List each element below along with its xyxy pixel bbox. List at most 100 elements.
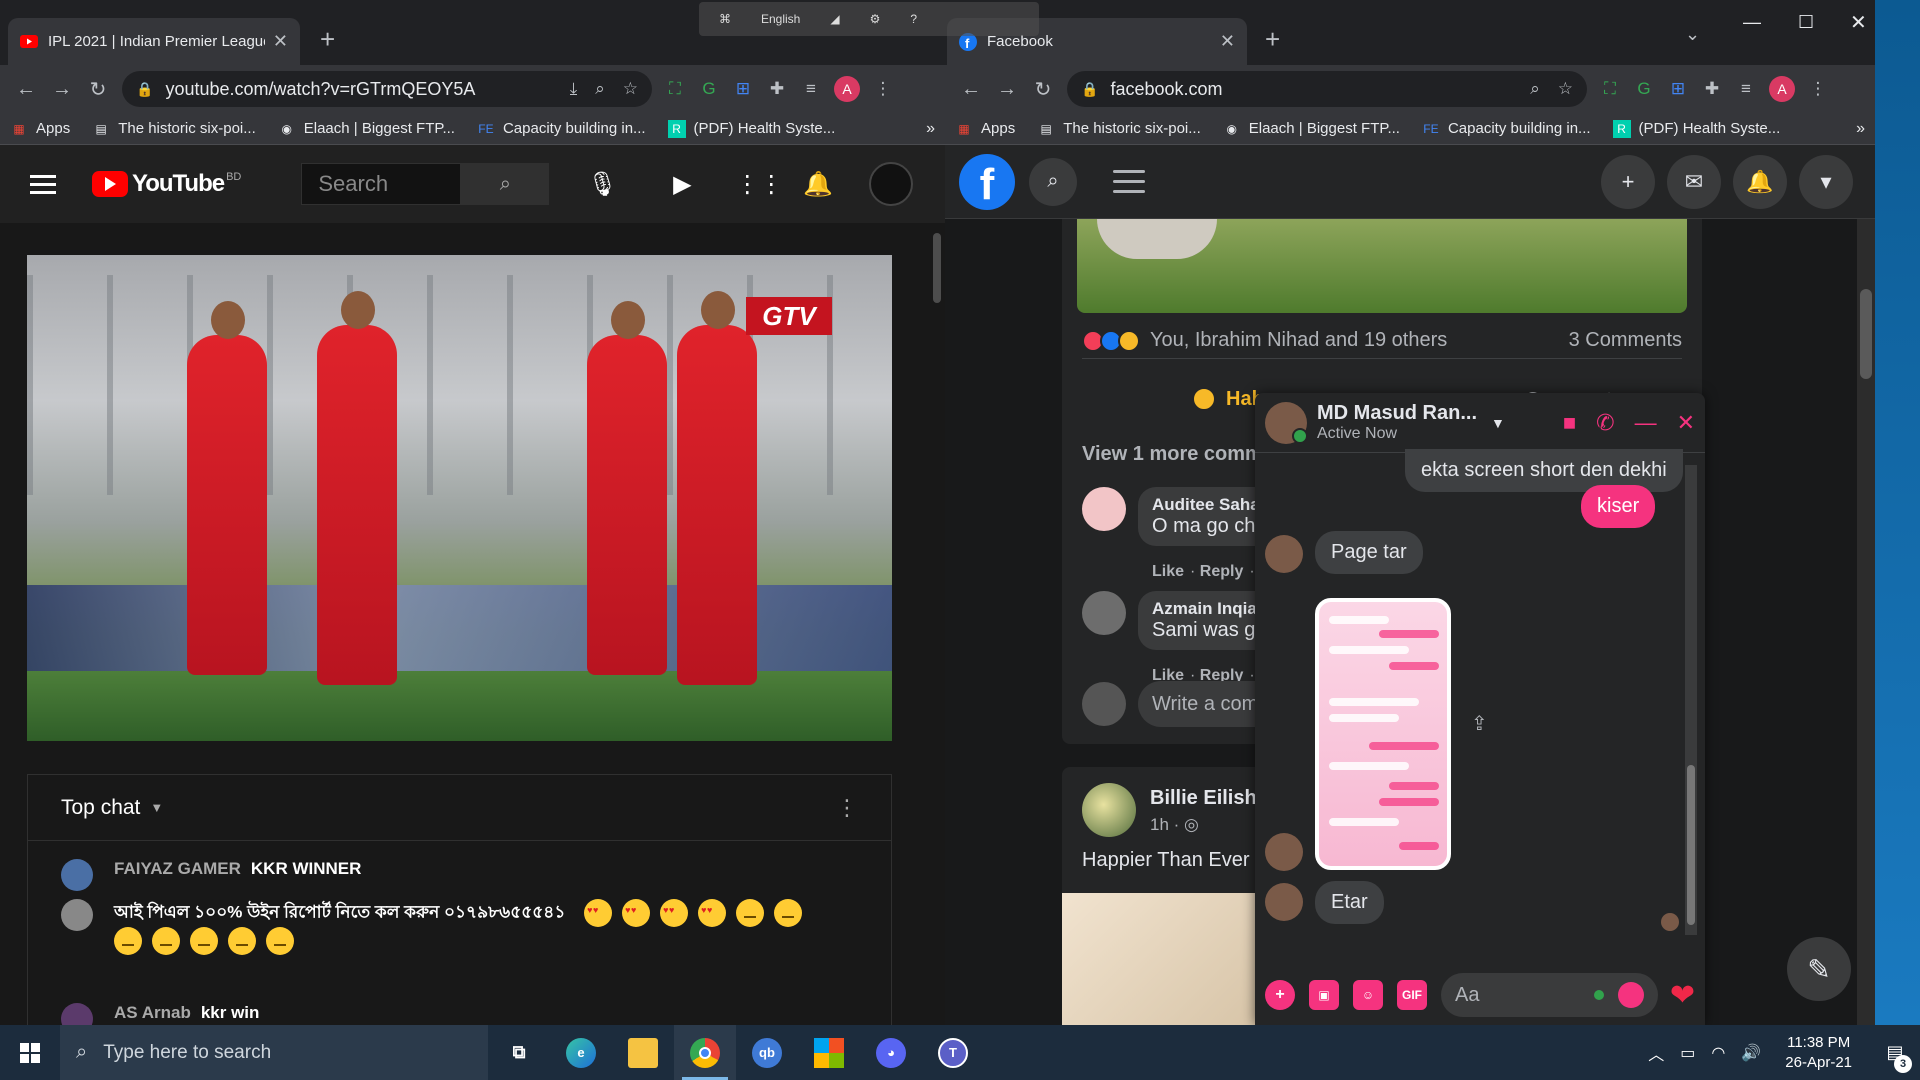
volume-icon[interactable]: 🔊 — [1741, 1043, 1761, 1063]
video-call-icon[interactable]: ■ — [1563, 410, 1576, 436]
reload-icon[interactable]: ↻ — [80, 77, 116, 102]
forward-icon[interactable]: → — [44, 78, 80, 101]
chevron-down-icon[interactable]: ▼ — [1491, 415, 1505, 431]
reload-icon[interactable]: ↻ — [1025, 77, 1061, 102]
new-tab-icon[interactable]: + — [1265, 24, 1280, 55]
new-message-icon[interactable]: ✎ — [1787, 937, 1851, 1001]
bookmark-item[interactable]: ◉ Elaach | Biggest FTP... — [278, 120, 455, 138]
browser-menu-icon[interactable]: ⋮ — [1801, 79, 1835, 99]
start-button[interactable] — [0, 1025, 60, 1080]
address-bar[interactable]: 🔒 youtube.com/watch?v=rGTrmQEOY5A ⤓ ⌕ ☆ — [122, 71, 652, 107]
tab-youtube[interactable]: IPL 2021 | Indian Premier League ✕ — [8, 18, 300, 65]
translate-icon[interactable]: ⊞ — [726, 79, 760, 99]
settings-gear-icon[interactable]: ⚙ — [870, 12, 881, 26]
phone-call-icon[interactable]: ✆ — [1596, 410, 1614, 436]
grammarly-icon[interactable]: G — [1627, 79, 1661, 99]
bookmarks-overflow-icon[interactable]: » — [1856, 120, 1865, 138]
more-options-icon[interactable]: ⋮ — [836, 795, 858, 821]
hamburger-menu-icon[interactable] — [1113, 163, 1145, 200]
taskbar-search[interactable]: ⌕ Type here to search — [60, 1025, 488, 1080]
emoji-icon[interactable] — [1617, 982, 1644, 1008]
show-hidden-icons-icon[interactable]: ︿ — [1648, 1041, 1664, 1065]
top-chat-dropdown[interactable]: Top chat — [61, 796, 140, 820]
create-plus-icon[interactable]: + — [1601, 154, 1655, 209]
avatar[interactable] — [1082, 783, 1136, 837]
post-time[interactable]: 1h — [1150, 815, 1169, 834]
help-icon[interactable]: ? — [910, 12, 917, 26]
bookmark-item[interactable]: ▤ The historic six-poi... — [1037, 120, 1201, 138]
facebook-logo-icon[interactable]: f — [959, 153, 1015, 210]
ime-icon[interactable]: ⌘ — [719, 12, 731, 26]
bookmark-star-icon[interactable]: ☆ — [623, 79, 638, 99]
avatar[interactable] — [61, 899, 93, 931]
avatar[interactable] — [61, 859, 93, 891]
taskbar-teams[interactable]: T — [922, 1025, 984, 1080]
post-image[interactable] — [1077, 219, 1687, 313]
notifications-bell-icon[interactable]: 🔔 — [803, 170, 833, 199]
extension-screenshot-icon[interactable]: ⛶ — [658, 79, 692, 99]
language-label[interactable]: English — [761, 12, 800, 26]
user-avatar[interactable] — [869, 162, 914, 206]
zoom-icon[interactable]: ⌕ — [1530, 79, 1540, 99]
browser-menu-icon[interactable]: ⋮ — [866, 79, 900, 99]
minimize-window-icon[interactable]: — — [1743, 12, 1761, 33]
taskbar-qbittorrent[interactable]: qb — [736, 1025, 798, 1080]
back-icon[interactable]: ← — [953, 78, 989, 101]
contact-name[interactable]: MD Masud Ran... — [1317, 402, 1477, 424]
bookmark-item[interactable]: ▦ Apps — [955, 120, 1015, 138]
new-tab-icon[interactable]: + — [320, 24, 335, 55]
maximize-window-icon[interactable]: ☐ — [1798, 12, 1814, 33]
bookmark-item[interactable]: ▤ The historic six-poi... — [92, 120, 256, 138]
zoom-icon[interactable]: ⌕ — [595, 79, 605, 99]
search-input[interactable] — [301, 163, 462, 205]
reply-link[interactable]: Reply — [1200, 563, 1244, 580]
contact-avatar[interactable] — [1265, 401, 1308, 444]
bookmark-item[interactable]: R (PDF) Health Syste... — [1612, 119, 1780, 138]
media-queue-icon[interactable]: ≡ — [1729, 79, 1763, 99]
extensions-puzzle-icon[interactable]: ✚ — [760, 79, 794, 99]
taskbar-file-explorer[interactable] — [612, 1025, 674, 1080]
translate-icon[interactable]: ⊞ — [1661, 79, 1695, 99]
taskbar-discord[interactable]: ◕ — [860, 1025, 922, 1080]
forward-icon[interactable]: → — [989, 78, 1025, 101]
create-video-icon[interactable]: ▶ — [667, 170, 697, 199]
bookmark-item[interactable]: R (PDF) Health Syste... — [667, 119, 835, 138]
tab-search-icon[interactable]: ⌄ — [1685, 24, 1700, 45]
search-button[interactable]: ⌕ — [461, 163, 550, 205]
post-author[interactable]: Billie Eilish — [1150, 787, 1257, 809]
gif-icon[interactable]: GIF — [1397, 980, 1427, 1010]
search-icon[interactable]: ⌕ — [1029, 157, 1077, 206]
sticker-icon[interactable]: ☺ — [1353, 980, 1383, 1010]
more-actions-plus-icon[interactable]: + — [1265, 980, 1295, 1010]
install-icon[interactable]: ⤓ — [570, 79, 578, 99]
extension-screenshot-icon[interactable]: ⛶ — [1593, 79, 1627, 99]
comment-count[interactable]: 3 Comments — [1569, 329, 1682, 352]
page-scrollbar[interactable] — [933, 233, 941, 303]
minimize-chat-icon[interactable]: — — [1635, 410, 1657, 436]
messenger-icon[interactable]: ✉ — [1667, 154, 1721, 209]
share-icon[interactable]: ⇪ — [1471, 711, 1488, 736]
avatar[interactable] — [1082, 487, 1126, 531]
notification-center-button[interactable]: ▤ 3 — [1870, 1042, 1920, 1073]
extensions-puzzle-icon[interactable]: ✚ — [1695, 79, 1729, 99]
close-chat-icon[interactable]: ✕ — [1677, 410, 1695, 436]
screenshot-image-message[interactable] — [1315, 598, 1451, 870]
clock[interactable]: 11:38 PM 26-Apr-21 — [1785, 1033, 1852, 1073]
reaction-summary[interactable]: You, Ibrahim Nihad and 19 others 3 Comme… — [1082, 323, 1682, 359]
bookmark-item[interactable]: ▦ Apps — [10, 120, 70, 138]
heart-icon[interactable]: ❤ — [1670, 978, 1695, 1013]
battery-icon[interactable]: ▭ — [1680, 1043, 1695, 1063]
back-icon[interactable]: ← — [8, 78, 44, 101]
address-bar[interactable]: 🔒 facebook.com ⌕ ☆ — [1067, 71, 1587, 107]
bookmark-item[interactable]: FE Capacity building in... — [477, 120, 645, 138]
close-tab-icon[interactable]: ✕ — [273, 31, 288, 52]
grammarly-icon[interactable]: G — [692, 79, 726, 99]
youtube-logo[interactable]: YouTube BD — [92, 170, 241, 198]
wifi-icon[interactable]: ◠ — [1711, 1043, 1725, 1063]
video-player[interactable]: GTV — [27, 255, 892, 741]
language-option-icon[interactable]: ◢ — [830, 12, 839, 26]
avatar[interactable] — [1082, 591, 1126, 635]
bookmark-star-icon[interactable]: ☆ — [1558, 79, 1573, 99]
profile-avatar[interactable]: A — [1769, 76, 1795, 102]
bookmark-item[interactable]: FE Capacity building in... — [1422, 120, 1590, 138]
